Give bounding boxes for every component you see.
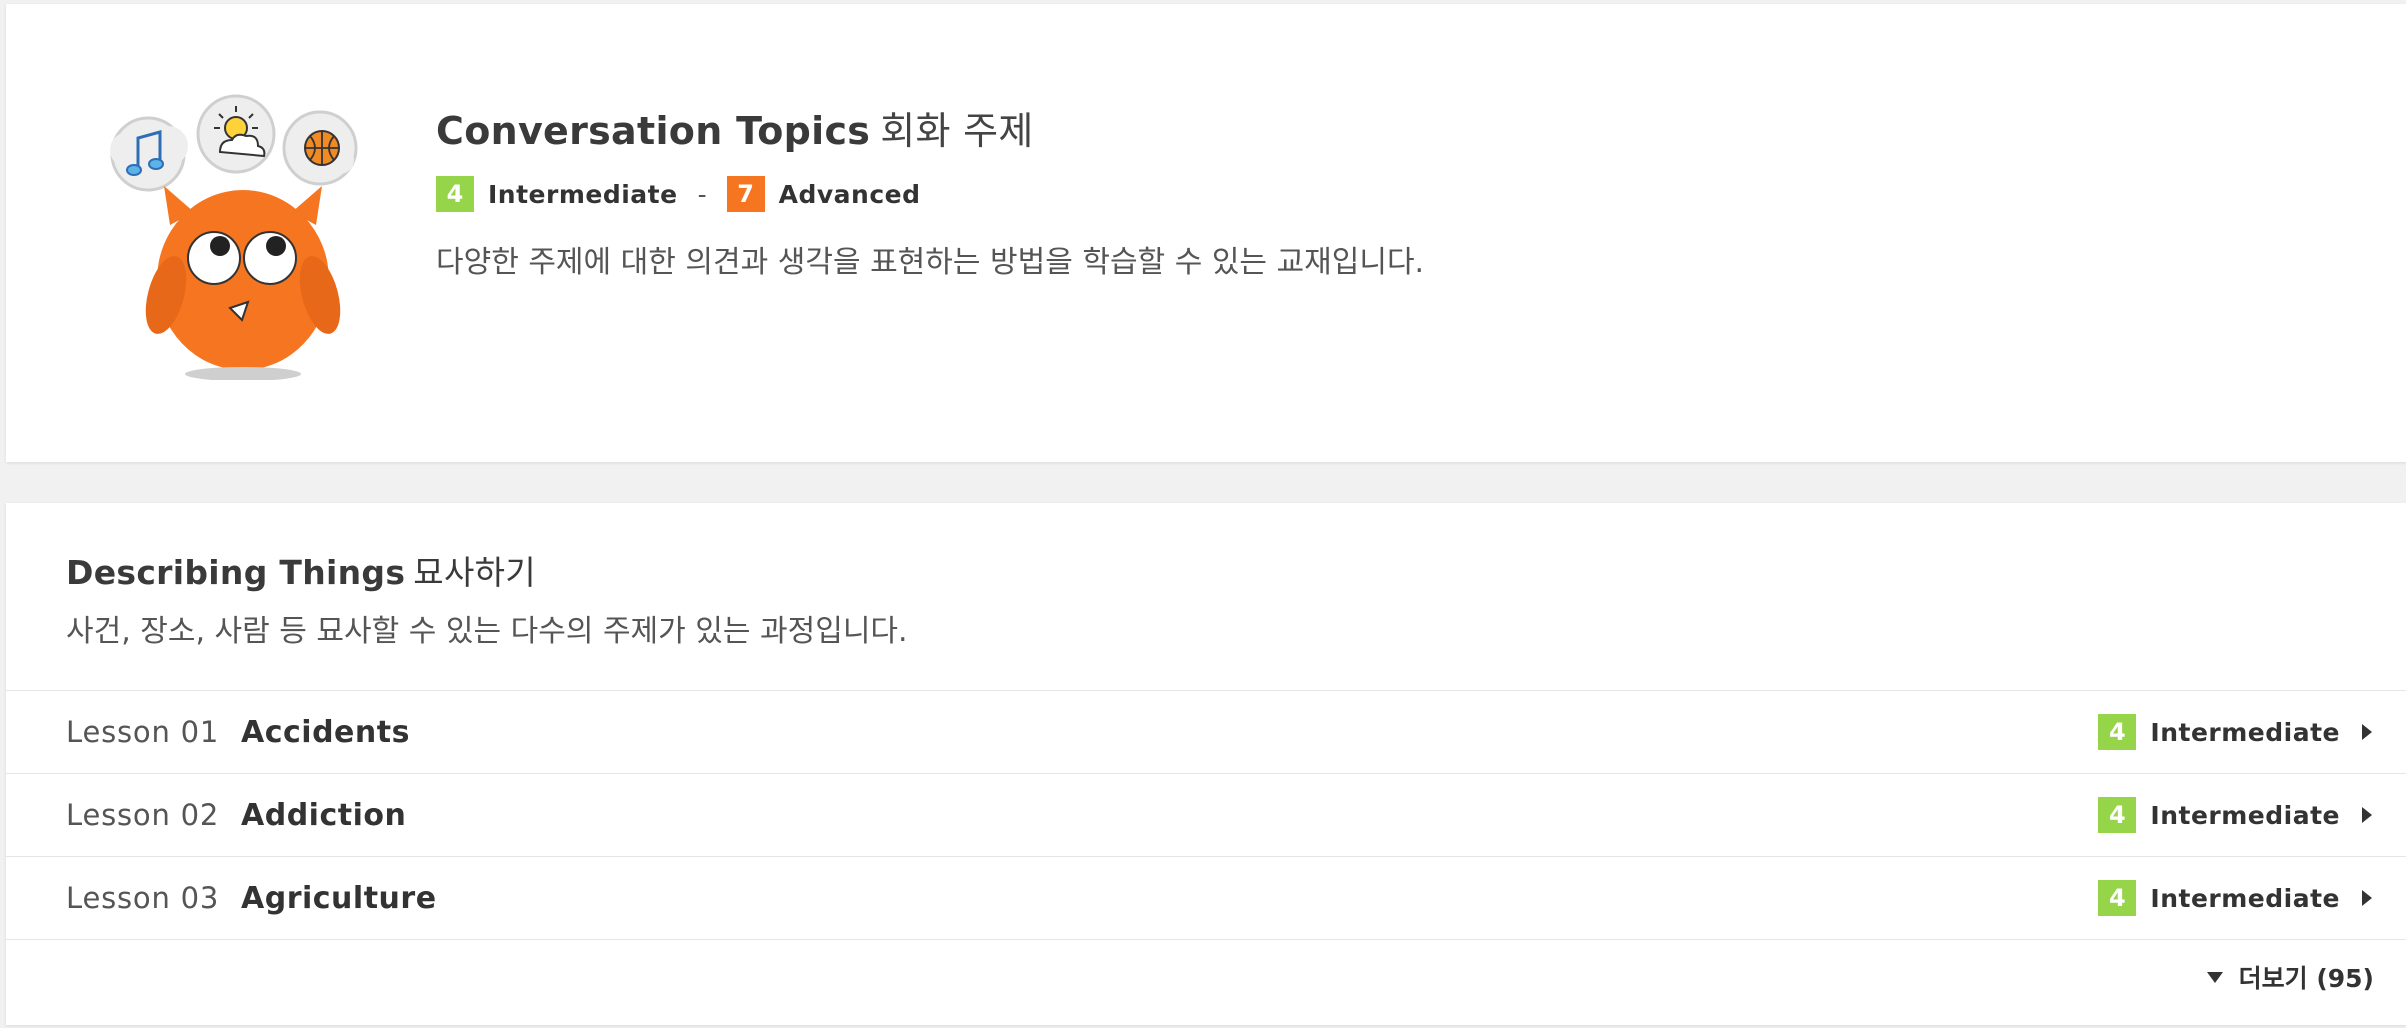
lesson-number: Lesson 02	[66, 798, 220, 832]
lesson-row[interactable]: Lesson 03 Agriculture 4 Intermediate	[6, 856, 2406, 940]
level-separator: -	[697, 179, 707, 209]
chevron-right-icon	[2362, 724, 2372, 740]
lesson-level-label: Intermediate	[2150, 717, 2340, 747]
section-title-kr: 묘사하기	[413, 553, 536, 592]
music-note-icon	[110, 116, 188, 192]
owl-mascot-illustration	[110, 94, 358, 380]
lesson-name: Agriculture	[241, 880, 437, 916]
lesson-level-badge: 4	[2098, 880, 2137, 916]
section-title: Describing Things 묘사하기	[66, 546, 536, 594]
section-title-en: Describing Things	[66, 553, 406, 592]
lesson-name: Accidents	[241, 714, 410, 750]
section-card: Describing Things 묘사하기 사건, 장소, 사람 등 묘사할 수…	[6, 503, 2406, 1025]
course-title: Conversation Topics 회화 주제	[436, 100, 1034, 155]
lesson-level-badge: 4	[2098, 797, 2137, 833]
lesson-name: Addiction	[241, 797, 407, 833]
sun-cloud-icon	[196, 94, 276, 174]
caret-down-icon	[2206, 971, 2223, 983]
lesson-list: Lesson 01 Accidents 4 Intermediate Lesso…	[6, 690, 2406, 940]
show-more-button[interactable]: 더보기 (95)	[2206, 959, 2374, 995]
course-title-en: Conversation Topics	[436, 109, 871, 153]
course-title-kr: 회화 주제	[880, 109, 1034, 153]
chevron-right-icon	[2362, 890, 2372, 906]
level-to-label: Advanced	[778, 179, 921, 209]
lesson-level: 4 Intermediate	[2098, 714, 2372, 750]
lesson-row[interactable]: Lesson 01 Accidents 4 Intermediate	[6, 690, 2406, 773]
lesson-level-badge: 4	[2098, 714, 2137, 750]
lesson-number: Lesson 03	[66, 881, 220, 915]
show-more-label: 더보기 (95)	[2238, 964, 2374, 993]
lesson-level: 4 Intermediate	[2098, 880, 2372, 916]
course-level-range: 4 Intermediate - 7 Advanced	[436, 174, 921, 214]
lesson-number: Lesson 01	[66, 715, 220, 749]
lesson-level-label: Intermediate	[2150, 800, 2340, 830]
lesson-level-label: Intermediate	[2150, 883, 2340, 913]
basketball-icon	[282, 110, 358, 186]
course-description: 다양한 주제에 대한 의견과 생각을 표현하는 방법을 학습할 수 있는 교재입…	[436, 245, 1425, 280]
course-header-card: Conversation Topics 회화 주제 4 Intermediate …	[6, 4, 2406, 462]
lesson-row[interactable]: Lesson 02 Addiction 4 Intermediate	[6, 773, 2406, 856]
lesson-level: 4 Intermediate	[2098, 797, 2372, 833]
section-description: 사건, 장소, 사람 등 묘사할 수 있는 다수의 주제가 있는 과정입니다.	[66, 614, 908, 649]
level-from-badge: 4	[436, 176, 474, 212]
level-to-badge: 7	[726, 176, 765, 212]
level-from-label: Intermediate	[488, 179, 678, 209]
chevron-right-icon	[2362, 807, 2372, 823]
owl-mascot	[145, 186, 341, 380]
